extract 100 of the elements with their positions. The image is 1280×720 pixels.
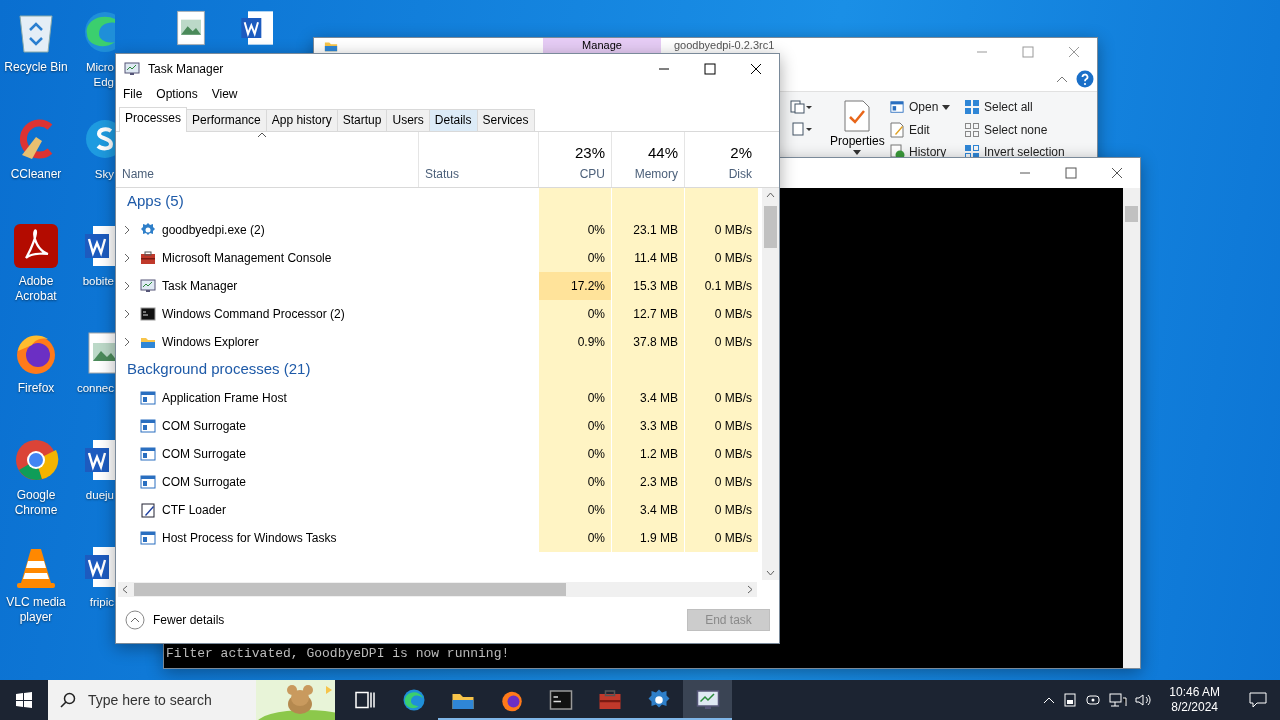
window-icon	[889, 100, 905, 114]
process-name: Host Process for Windows Tasks	[162, 529, 337, 547]
context-tab[interactable]: Manage	[543, 38, 661, 53]
tab[interactable]: Startup	[336, 108, 388, 131]
icon-label[interactable]: dueju	[74, 488, 114, 503]
process-name: Application Frame Host	[162, 389, 287, 407]
edit-button[interactable]: Edit	[889, 121, 930, 139]
clock[interactable]: 10:46 AM 8/2/2024	[1161, 685, 1228, 715]
scrollbar-thumb[interactable]	[764, 205, 777, 248]
expand-chevron-icon[interactable]	[124, 280, 130, 291]
column-header[interactable]: 44% Memory	[611, 131, 684, 187]
group-header: Background processes (21)	[126, 359, 311, 380]
notification-icon[interactable]	[1249, 692, 1267, 708]
cpu-cell: 0%	[538, 215, 611, 244]
battery-icon[interactable]	[1063, 692, 1078, 708]
menu-item[interactable]: Options	[149, 84, 205, 103]
checklist-icon	[843, 100, 872, 132]
tab[interactable]: Performance	[186, 108, 267, 131]
search-bar[interactable]: Type here to search	[48, 680, 335, 720]
process-name: Windows Command Processor (2)	[162, 305, 345, 323]
disk-cell: 0 MB/s	[684, 439, 758, 468]
icon-label[interactable]: Google Chrome	[0, 488, 72, 518]
icon-label[interactable]: fripic	[74, 595, 114, 610]
windows-logo-icon	[16, 692, 32, 708]
expand-chevron-icon[interactable]	[124, 252, 130, 263]
memory-cell: 3.4 MB	[611, 495, 684, 524]
expand-chevron-icon[interactable]	[124, 336, 130, 347]
icon-label[interactable]: Sky	[74, 167, 114, 182]
memory-cell: 11.4 MB	[611, 243, 684, 272]
select-all-button[interactable]: Select all	[964, 98, 1033, 116]
sort-icon[interactable]	[257, 131, 267, 138]
column-header[interactable]: 23% CPU	[538, 131, 611, 187]
terminal-icon	[548, 688, 573, 712]
scrollbar-thumb[interactable]	[134, 583, 566, 597]
memory-cell: 15.3 MB	[611, 271, 684, 300]
process-name: goodbyedpi.exe (2)	[162, 221, 265, 239]
expand-chevron-icon[interactable]	[124, 308, 130, 319]
process-name: COM Surrogate	[162, 445, 247, 463]
disk-cell: 0 MB/s	[684, 243, 758, 272]
toolbox-icon	[140, 249, 156, 266]
icon-label[interactable]: bobite	[74, 274, 114, 289]
disk-cell: 0 MB/s	[684, 523, 758, 552]
scrollbar[interactable]	[762, 187, 779, 581]
group-header: Apps (5)	[126, 191, 184, 212]
column-header[interactable]: Name	[116, 131, 418, 187]
memory-cell: 3.4 MB	[611, 383, 684, 412]
device-icon[interactable]	[1085, 692, 1102, 708]
pdf-icon[interactable]	[12, 222, 60, 270]
caret-icon	[853, 150, 862, 155]
memory-cell: 3.3 MB	[611, 411, 684, 440]
process-name: COM Surrogate	[162, 417, 247, 435]
disk-cell: 0 MB/s	[684, 495, 758, 524]
memory-cell: 23.1 MB	[611, 215, 684, 244]
speaker-icon[interactable]	[1135, 692, 1154, 708]
icon-label[interactable]: Firefox	[17, 381, 55, 396]
disk-cell: 0 MB/s	[684, 383, 758, 412]
memory-cell: 1.2 MB	[611, 439, 684, 468]
expand-chevron-icon[interactable]	[124, 224, 130, 235]
cpu-cell: 0%	[538, 439, 611, 468]
grid-icon	[964, 122, 980, 138]
open-button[interactable]: Open	[889, 98, 951, 116]
tab[interactable]: Processes	[119, 106, 188, 132]
cpu-cell: 0%	[538, 411, 611, 440]
scrollbar[interactable]	[118, 582, 757, 598]
tab[interactable]: Users	[386, 108, 430, 131]
cpu-cell: 0%	[538, 299, 611, 328]
icon-label[interactable]: connec	[74, 381, 114, 396]
tab[interactable]: Details	[428, 108, 478, 131]
fewer-details-link[interactable]: Fewer details	[125, 610, 225, 631]
memory-cell: 1.9 MB	[611, 523, 684, 552]
process-name: Microsoft Management Console	[162, 249, 332, 267]
search-field[interactable]: Type here to search	[86, 688, 246, 712]
select-none-button[interactable]: Select none	[964, 121, 1048, 139]
tab[interactable]: Services	[476, 108, 535, 131]
icon-label[interactable]: Adobe Acrobat	[0, 274, 72, 304]
taskbar-app[interactable]	[683, 680, 732, 720]
cpu-cell: 0.9%	[538, 327, 611, 356]
column-header[interactable]: 2% Disk	[684, 131, 758, 187]
menu-item[interactable]: File	[116, 84, 150, 103]
icon-label[interactable]: VLC media player	[0, 595, 72, 625]
icon-label[interactable]: CCleaner	[10, 167, 62, 182]
notepad-pen-icon	[140, 501, 156, 518]
caret-icon	[942, 104, 951, 110]
menu-item[interactable]: View	[204, 84, 245, 103]
gear-icon	[140, 221, 156, 238]
column-header[interactable]: Status	[418, 131, 538, 187]
window-icon	[140, 473, 156, 490]
scrollbar[interactable]	[1123, 188, 1140, 668]
process-name: Task Manager	[162, 277, 238, 295]
monitor-icon	[124, 61, 140, 77]
tab[interactable]: App history	[265, 108, 338, 131]
help-icon[interactable]	[1076, 70, 1094, 88]
scrollbar-thumb[interactable]	[1125, 206, 1138, 222]
collapse-icon	[125, 610, 145, 631]
icon-label[interactable]: Recycle Bin	[4, 60, 68, 75]
memory-cell: 12.7 MB	[611, 299, 684, 328]
network-icon[interactable]	[1109, 692, 1128, 708]
icon-label[interactable]: Micro Edg	[74, 60, 114, 90]
properties-button[interactable]: Properties	[830, 100, 885, 155]
window-title: Task Manager	[148, 61, 224, 78]
